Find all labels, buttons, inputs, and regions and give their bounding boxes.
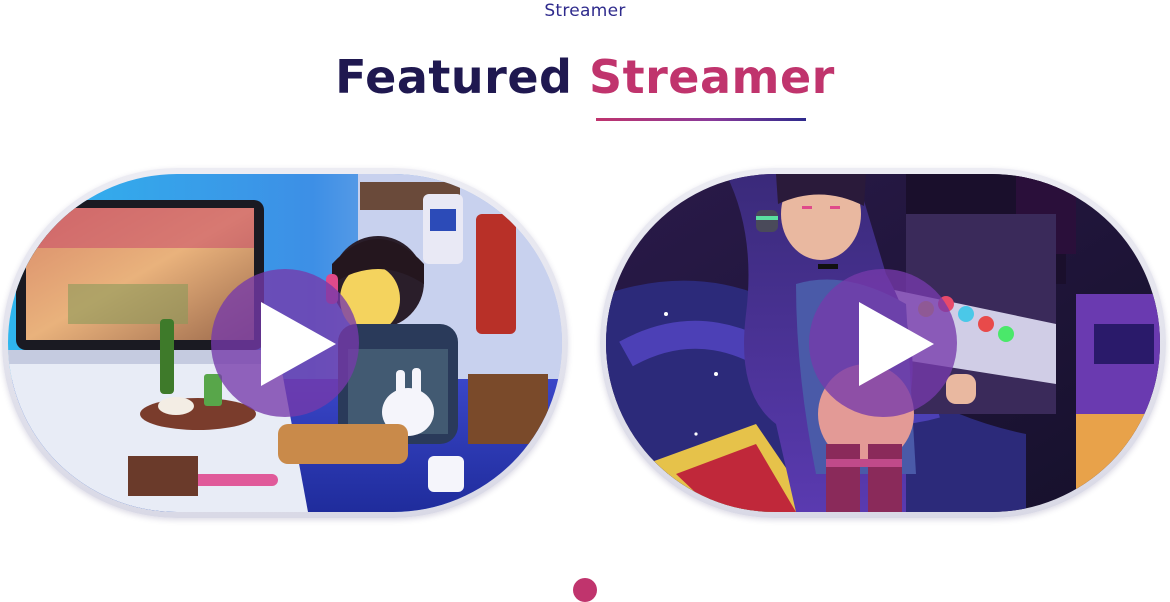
carousel-pagination [0, 578, 1170, 602]
section-title: Featured Streamer [0, 46, 1170, 108]
video-thumbnail-2[interactable] [606, 174, 1160, 512]
section-eyebrow: Streamer [544, 1, 626, 21]
video-card-2[interactable] [600, 168, 1166, 518]
carousel-dot-active[interactable] [573, 578, 597, 602]
section-title-accent: Streamer [589, 50, 835, 104]
video-thumbnail-1[interactable] [8, 174, 562, 512]
title-underline [596, 118, 806, 121]
featured-streamer-section: Streamer Featured Streamer [0, 0, 1170, 602]
section-title-dark: Featured [335, 50, 573, 104]
play-icon [859, 302, 934, 386]
play-button-2[interactable] [809, 269, 957, 417]
play-button-1[interactable] [211, 269, 359, 417]
video-card-1[interactable] [2, 168, 568, 518]
play-icon [261, 302, 336, 386]
